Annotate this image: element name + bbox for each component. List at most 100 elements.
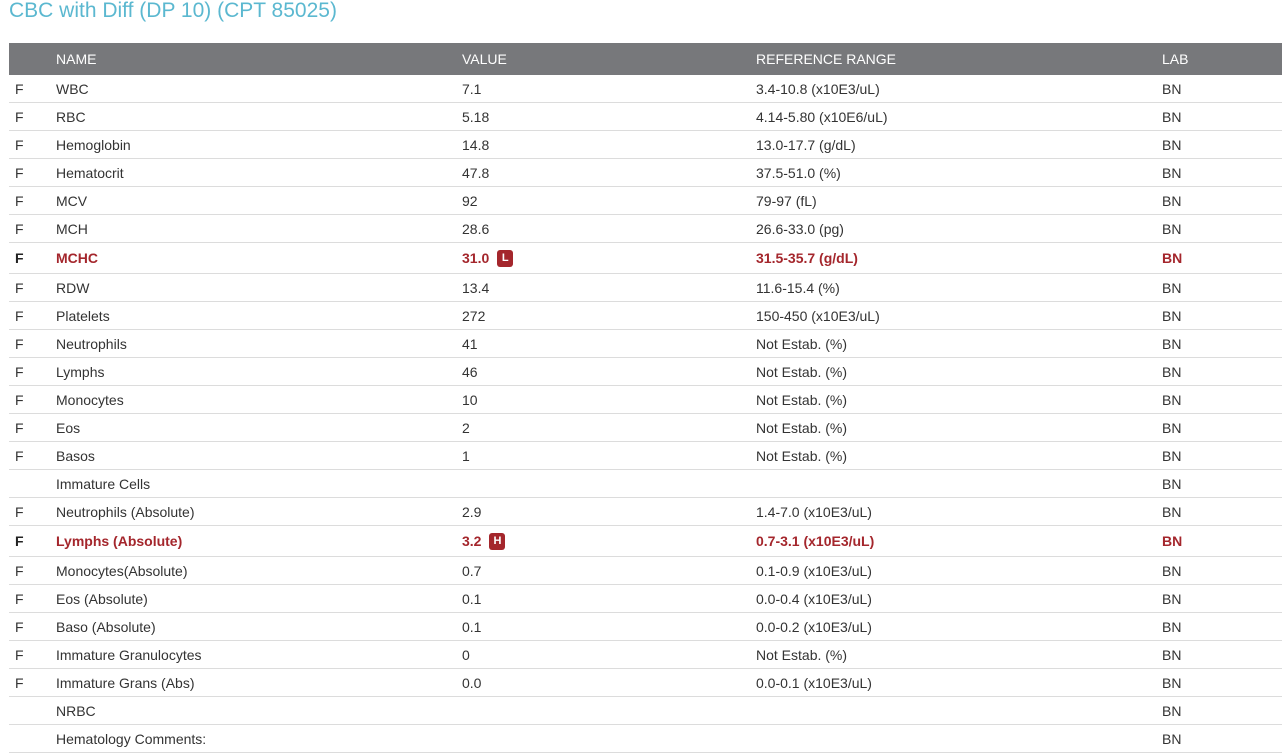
result-value-cell: 0.1 <box>462 591 756 607</box>
result-flag: F <box>15 590 24 607</box>
result-name: Monocytes(Absolute) <box>56 562 188 579</box>
result-lab-cell: BN <box>1162 675 1282 691</box>
result-value: 2 <box>462 419 470 436</box>
result-reference-range: 13.0-17.7 (g/dL) <box>756 136 856 153</box>
result-name: RBC <box>56 108 86 125</box>
result-name: Immature Cells <box>56 475 151 492</box>
result-lab: BN <box>1162 702 1182 719</box>
table-row: F Monocytes 10 Not Estab. (%) BN <box>9 386 1282 414</box>
result-reference-range: 150-450 (x10E3/uL) <box>756 307 880 324</box>
result-lab-cell: BN <box>1162 280 1282 296</box>
result-reference-range-cell: 37.5-51.0 (%) <box>756 165 1162 181</box>
result-lab-cell: BN <box>1162 109 1282 125</box>
result-value-cell: 5.18 <box>462 109 756 125</box>
result-value: 92 <box>462 192 478 209</box>
table-row: F Monocytes(Absolute) 0.7 0.1-0.9 (x10E3/uL… <box>9 557 1282 585</box>
result-value: 2.9 <box>462 503 482 520</box>
result-flag-cell: F <box>9 81 56 97</box>
result-name: MCV <box>56 192 88 209</box>
result-value-cell: 0.1 <box>462 619 756 635</box>
result-name-cell: MCHC <box>56 250 462 266</box>
result-reference-range: Not Estab. (%) <box>756 391 848 408</box>
result-lab-cell: BN <box>1162 647 1282 663</box>
table-row: F WBC 7.1 3.4-10.8 (x10E3/uL) BN <box>9 75 1282 103</box>
result-reference-range: Not Estab. (%) <box>756 447 848 464</box>
result-name: Monocytes <box>56 391 124 408</box>
result-reference-range: Not Estab. (%) <box>756 363 848 380</box>
header-value: VALUE <box>462 51 507 67</box>
result-reference-range-cell: 3.4-10.8 (x10E3/uL) <box>756 81 1162 97</box>
result-value-cell: 1 <box>462 448 756 464</box>
result-name: Eos (Absolute) <box>56 590 148 607</box>
result-value-cell: 0 <box>462 647 756 663</box>
result-flag-cell: F <box>9 336 56 352</box>
result-flag: F <box>15 363 24 380</box>
result-lab-cell: BN <box>1162 308 1282 324</box>
result-reference-range: Not Estab. (%) <box>756 419 848 436</box>
result-flag-cell: F <box>9 165 56 181</box>
table-row: Immature Cells BN <box>9 470 1282 498</box>
table-row: F Neutrophils 41 Not Estab. (%) BN <box>9 330 1282 358</box>
result-name: Eos <box>56 419 81 436</box>
result-flag-cell: F <box>9 619 56 635</box>
result-flag: F <box>15 307 24 324</box>
result-lab-cell: BN <box>1162 193 1282 209</box>
result-flag: F <box>15 562 24 579</box>
result-value: 0.0 <box>462 674 482 691</box>
result-value-cell: 272 <box>462 308 756 324</box>
result-flag-cell: F <box>9 280 56 296</box>
result-reference-range-cell: 0.7-3.1 (x10E3/uL) <box>756 533 1162 549</box>
result-lab-cell: BN <box>1162 563 1282 579</box>
table-row: F Immature Granulocytes 0 Not Estab. (%) BN <box>9 641 1282 669</box>
result-flag: F <box>15 192 24 209</box>
table-row: F Lymphs (Absolute) 3.2 H 0.7-3.1 (x10E3/uL)… <box>9 526 1282 557</box>
result-value-cell: 41 <box>462 336 756 352</box>
result-lab: BN <box>1162 646 1182 663</box>
result-value: 0 <box>462 646 470 663</box>
result-flag: F <box>15 419 24 436</box>
result-flag-cell: F <box>9 221 56 237</box>
result-flag: F <box>15 447 24 464</box>
result-name-cell: Monocytes <box>56 392 462 408</box>
result-value-cell: 0.7 <box>462 563 756 579</box>
result-value: 31.0 <box>462 250 490 266</box>
result-lab: BN <box>1162 307 1182 324</box>
result-name: Neutrophils <box>56 335 127 352</box>
result-flag-cell: F <box>9 647 56 663</box>
result-reference-range-cell: Not Estab. (%) <box>756 392 1162 408</box>
result-name-cell: RBC <box>56 109 462 125</box>
result-lab: BN <box>1162 475 1182 492</box>
result-name-cell: RDW <box>56 280 462 296</box>
result-reference-range: 37.5-51.0 (%) <box>756 164 841 181</box>
result-flag: F <box>15 674 24 691</box>
table-row: F Eos 2 Not Estab. (%) BN <box>9 414 1282 442</box>
result-name: Basos <box>56 447 95 464</box>
result-lab-cell: BN <box>1162 221 1282 237</box>
result-lab-cell: BN <box>1162 533 1282 549</box>
result-flag-cell: F <box>9 109 56 125</box>
result-name-cell: Immature Granulocytes <box>56 647 462 663</box>
table-row: F RBC 5.18 4.14-5.80 (x10E6/uL) BN <box>9 103 1282 131</box>
table-row: F RDW 13.4 11.6-15.4 (%) BN <box>9 274 1282 302</box>
result-flag: F <box>15 164 24 181</box>
result-lab-cell: BN <box>1162 392 1282 408</box>
result-lab-cell: BN <box>1162 619 1282 635</box>
result-reference-range: 79-97 (fL) <box>756 192 817 209</box>
result-lab-cell: BN <box>1162 448 1282 464</box>
table-row: F Hemoglobin 14.8 13.0-17.7 (g/dL) BN <box>9 131 1282 159</box>
result-value-cell: 28.6 <box>462 221 756 237</box>
result-flag: F <box>15 533 24 549</box>
result-value: 3.2 <box>462 533 482 549</box>
result-flag: F <box>15 108 24 125</box>
result-lab: BN <box>1162 250 1183 266</box>
result-lab: BN <box>1162 164 1182 181</box>
result-lab: BN <box>1162 136 1182 153</box>
table-row: F Eos (Absolute) 0.1 0.0-0.4 (x10E3/uL) BN <box>9 585 1282 613</box>
result-lab-cell: BN <box>1162 420 1282 436</box>
result-value: 14.8 <box>462 136 490 153</box>
result-flag: F <box>15 391 24 408</box>
page-title: CBC with Diff (DP 10) (CPT 85025) <box>9 0 337 22</box>
result-lab: BN <box>1162 363 1182 380</box>
result-value: 28.6 <box>462 220 490 237</box>
result-flag-cell: F <box>9 193 56 209</box>
